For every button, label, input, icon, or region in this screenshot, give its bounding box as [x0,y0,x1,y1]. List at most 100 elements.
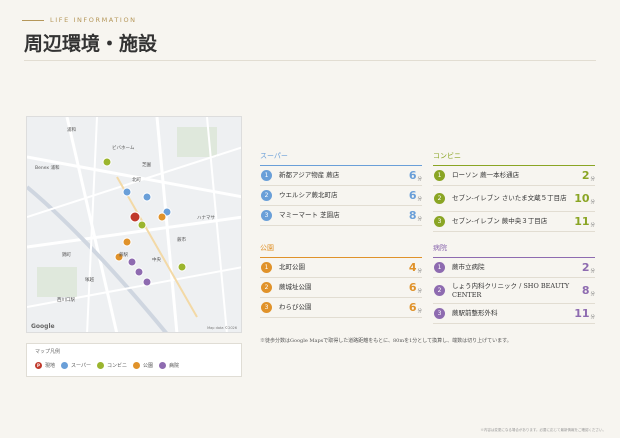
area-map[interactable]: 浦和 Benex 浦和 ビバホーム 芝園 蕨市 蕨駅 中央 錦町 塚越 北町 ハ… [26,116,242,333]
facility-name: セブン-イレブン さいたま文蔵５丁目店 [452,194,567,203]
walk-minutes: 4 [408,261,417,274]
map-label: 西川口駅 [57,298,75,303]
minutes-unit: 分 [590,176,596,182]
legend-marker-icon [159,362,166,369]
legend-item: スーパー [61,362,91,369]
legend-marker-icon [96,362,104,369]
facility-number: 3 [261,302,272,313]
map-label: 北町 [132,178,141,183]
walk-minutes: 6 [408,169,417,182]
walking-time-note: ※徒歩分数はGoogle Mapsで取得した道路距離をもとに、80mを1分として… [260,338,512,344]
minutes-unit: 分 [590,291,596,297]
walk-minutes: 8 [408,209,417,222]
legend-title: マップ凡例 [35,349,61,355]
walk-minutes: 11 [574,307,590,320]
kicker-text: LIFE INFORMATION [50,16,137,24]
facility-row: 1 蕨市立病院 2 分 [433,258,595,278]
legend-item: 公園 [132,362,153,369]
facility-name: わらび公園 [279,303,312,312]
facility-number: 2 [434,193,445,204]
facility-name: 蕨市立病院 [452,263,485,272]
map-label: 錦町 [62,253,71,258]
map-label: 塚越 [85,278,94,283]
minutes-unit: 分 [417,216,423,222]
minutes-unit: 分 [590,314,596,320]
map-label: ハナマサ [197,216,215,221]
map-label: 芝園 [142,163,151,168]
facility-number: 1 [434,170,445,181]
minutes-unit: 分 [590,268,596,274]
facility-name: ローソン 蕨一本杉通店 [452,171,520,180]
map-label: 浦和 [67,128,76,133]
facility-name: しょう内科クリニック / SHO BEAUTY CENTER [452,282,570,299]
page-title: 周辺環境・施設 [24,33,158,55]
facility-row: 1 ローソン 蕨一本杉通店 2 分 [433,166,595,186]
facility-row: 3 セブン-イレブン 蕨中央３丁目店 11 分 [433,212,595,232]
facility-number: 2 [434,285,445,296]
map-label: ビバホーム [112,146,135,151]
legend-row: P 現地 スーパー コンビニ 公園 病院 [35,362,233,369]
minutes-unit: 分 [417,288,423,294]
kicker: LIFE INFORMATION [22,16,137,24]
legend-item: P 現地 [35,362,55,369]
walk-minutes: 6 [408,301,417,314]
facility-name: セブン-イレブン 蕨中央３丁目店 [452,217,548,226]
map-label: 蕨市 [177,238,186,243]
facility-row: 2 蕨城址公園 6 分 [260,278,422,298]
map-label: 蕨駅 [119,253,128,258]
legend-marker-icon [132,362,140,369]
legend-label: スーパー [71,363,91,369]
legend-label: 現地 [45,363,56,369]
legend-item: 病院 [159,362,179,369]
minutes-unit: 分 [417,196,423,202]
legend-label: コンビニ [106,363,127,369]
map-label: 中央 [152,258,161,263]
minutes-unit: 分 [417,268,423,274]
legend-label: 病院 [169,363,180,369]
google-logo: Google [31,323,55,330]
facility-number: 3 [434,308,445,319]
legend-marker-icon: P [35,362,42,369]
facility-row: 3 わらび公園 6 分 [260,298,422,318]
section-super: スーパー 1 新都アジア物産 蕨店 6 分 2 ウエルシア蕨北町店 6 分 3 マミーマート 芝園… [260,151,422,226]
kicker-rule [22,19,44,21]
facility-row: 1 新都アジア物産 蕨店 6 分 [260,166,422,186]
map-label: Benex 浦和 [35,166,60,171]
facility-name: ウエルシア蕨北町店 [279,191,338,200]
facility-row: 3 蕨駅前整形外科 11 分 [433,304,595,324]
legend-label: 公園 [142,363,153,369]
walk-minutes: 2 [581,261,590,274]
footnote: ※内容は変更になる場合があります。必要に応じて最新情報をご確認ください。 [480,428,606,432]
facility-row: 2 ウエルシア蕨北町店 6 分 [260,186,422,206]
section-conveni: コンビニ 1 ローソン 蕨一本杉通店 2 分 2 セブン-イレブン さいたま文蔵５丁目店 1… [433,151,595,232]
legend-marker-icon [61,362,69,369]
walk-minutes: 10 [574,192,590,205]
minutes-unit: 分 [590,222,596,228]
minutes-unit: 分 [417,176,423,182]
facility-name: 蕨駅前整形外科 [452,309,498,318]
map-credit: Map data ©2026 [207,326,237,330]
legend-item: コンビニ [96,362,127,369]
facility-row: 2 しょう内科クリニック / SHO BEAUTY CENTER 8 分 [433,278,595,304]
facility-name: 北町公園 [279,263,305,272]
section-heading: スーパー [260,151,422,166]
section-heading: 病院 [433,243,595,258]
facility-number: 3 [434,216,445,227]
walk-minutes: 6 [408,281,417,294]
facility-row: 1 北町公園 4 分 [260,258,422,278]
section-heading: 公園 [260,243,422,258]
facility-name: 新都アジア物産 蕨店 [279,171,340,180]
facility-number: 3 [261,210,272,221]
walk-minutes: 6 [408,189,417,202]
minutes-unit: 分 [590,199,596,205]
facility-number: 1 [261,170,272,181]
minutes-unit: 分 [417,308,423,314]
facility-row: 3 マミーマート 芝園店 8 分 [260,206,422,226]
facility-number: 1 [434,262,445,273]
section-hospital: 病院 1 蕨市立病院 2 分 2 しょう内科クリニック / SHO BEAUTY CENT… [433,243,595,324]
title-divider [24,60,596,61]
facility-name: マミーマート 芝園店 [279,211,340,220]
map-legend: マップ凡例 P 現地 スーパー コンビニ 公園 病院 [26,343,242,377]
facility-number: 2 [261,282,272,293]
facility-number: 1 [261,262,272,273]
